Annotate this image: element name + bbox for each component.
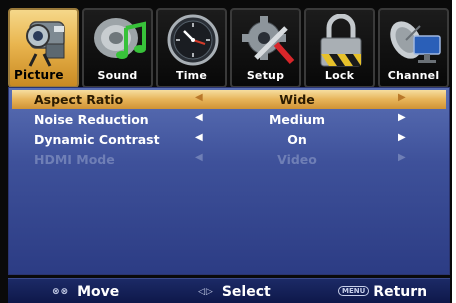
satellite-dish-icon <box>386 14 444 68</box>
picture-settings-panel: Aspect Ratio ◀ Wide ▶ Noise Reduction ◀ … <box>8 87 450 275</box>
arrow-right-icon[interactable]: ▶ <box>398 92 406 103</box>
help-bar: ⊗⊗ Move ◁▷ Select MENU Return <box>8 278 450 303</box>
menu-item-value: Wide <box>279 92 315 107</box>
tab-sound[interactable]: Sound <box>82 8 153 88</box>
category-tab-bar: Picture Sound Time Setup Lock Channel <box>8 8 452 88</box>
tab-picture[interactable]: Picture <box>8 8 79 88</box>
help-return-label: Return <box>373 284 428 300</box>
arrow-right-icon: ▶ <box>398 152 406 163</box>
tab-label: Channel <box>387 69 440 82</box>
tab-label: Setup <box>246 69 285 82</box>
menu-key-icon: MENU <box>338 286 370 296</box>
padlock-icon <box>312 14 370 68</box>
arrow-right-icon[interactable]: ▶ <box>398 132 406 143</box>
arrow-left-icon[interactable]: ◀ <box>195 92 203 103</box>
arrow-left-icon[interactable]: ◀ <box>195 132 203 143</box>
menu-item-label: Dynamic Contrast <box>34 132 160 147</box>
tab-label: Sound <box>97 69 138 82</box>
tab-label: Time <box>176 69 207 82</box>
left-right-keys-icon: ◁▷ <box>198 287 214 297</box>
menu-item-label: Noise Reduction <box>34 112 149 127</box>
tab-channel[interactable]: Channel <box>378 8 449 88</box>
tab-time[interactable]: Time <box>156 8 227 88</box>
menu-item-dynamic-contrast[interactable]: Dynamic Contrast ◀ On ▶ <box>12 130 446 149</box>
menu-item-aspect-ratio[interactable]: Aspect Ratio ◀ Wide ▶ <box>12 90 446 109</box>
arrow-left-icon[interactable]: ◀ <box>195 112 203 123</box>
menu-item-hdmi-mode: HDMI Mode ◀ Video ▶ <box>12 150 446 169</box>
help-move-label: Move <box>77 284 120 300</box>
menu-item-label: Aspect Ratio <box>34 92 124 107</box>
menu-item-noise-reduction[interactable]: Noise Reduction ◀ Medium ▶ <box>12 110 446 129</box>
help-return: MENU Return <box>338 284 427 300</box>
menu-item-value: Video <box>277 152 317 167</box>
camera-icon <box>16 14 74 68</box>
menu-item-value: Medium <box>268 112 326 127</box>
help-select: ◁▷ Select <box>198 284 271 300</box>
help-select-label: Select <box>221 284 271 300</box>
help-move: ⊗⊗ Move <box>52 284 119 300</box>
gear-wrench-icon <box>238 14 296 68</box>
music-note-icon <box>90 14 148 68</box>
up-down-keys-icon: ⊗⊗ <box>52 287 70 297</box>
tab-label: Picture <box>14 68 64 82</box>
tab-lock[interactable]: Lock <box>304 8 375 88</box>
tv-screen: Picture Sound Time Setup Lock Channel As… <box>0 0 452 303</box>
tab-label: Lock <box>324 69 355 82</box>
arrow-left-icon: ◀ <box>195 152 203 163</box>
menu-item-label: HDMI Mode <box>34 152 115 167</box>
arrow-right-icon[interactable]: ▶ <box>398 112 406 123</box>
menu-item-value: On <box>287 132 307 147</box>
tab-setup[interactable]: Setup <box>230 8 301 88</box>
clock-icon <box>164 14 222 68</box>
